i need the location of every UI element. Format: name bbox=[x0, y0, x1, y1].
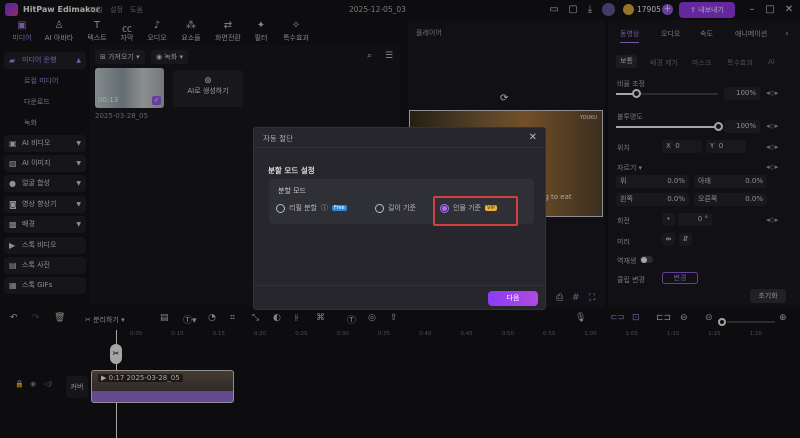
mode-label: 분할 모드 bbox=[278, 187, 306, 195]
footer-divider bbox=[254, 285, 545, 286]
dialog-title: 자동 절단 bbox=[254, 128, 545, 148]
info-icon[interactable]: ⓘ bbox=[321, 203, 328, 213]
option-label: 길이 기준 bbox=[388, 204, 416, 212]
option-label: 리필 분할 bbox=[289, 204, 317, 212]
radio[interactable] bbox=[375, 203, 384, 213]
option-scene-split[interactable]: 리필 분할 ⓘ Free bbox=[276, 203, 347, 213]
radio[interactable] bbox=[276, 203, 285, 213]
radio-selected[interactable] bbox=[440, 203, 449, 213]
vip-badge: VIP bbox=[485, 205, 497, 211]
close-icon[interactable]: ✕ bbox=[529, 132, 537, 143]
free-badge: Free bbox=[332, 205, 347, 211]
option-person[interactable]: 인물 기준 VIP bbox=[440, 203, 497, 213]
auto-cut-dialog: 자동 절단 ✕ 분할 모드 설정 분할 모드 리필 분할 ⓘ Free 길이 기준 … bbox=[253, 127, 546, 310]
next-button[interactable]: 다음 bbox=[488, 291, 538, 306]
mode-box: 분할 모드 리필 분할 ⓘ Free 길이 기준 인물 기준 VIP bbox=[269, 179, 534, 226]
section-title: 분할 모드 설정 bbox=[268, 166, 315, 175]
option-label: 인물 기준 bbox=[453, 204, 481, 212]
option-length[interactable]: 길이 기준 bbox=[375, 203, 416, 213]
